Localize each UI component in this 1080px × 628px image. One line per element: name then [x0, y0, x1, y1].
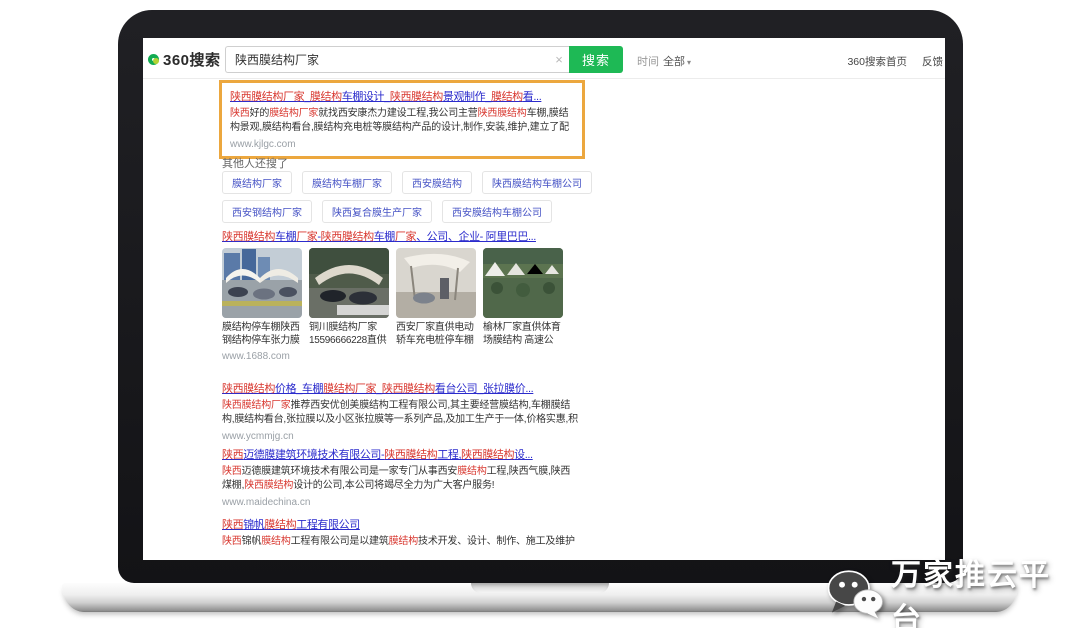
related-tags-row-1: 膜结构厂家 膜结构车棚厂家 西安膜结构 陕西膜结构车棚公司 — [222, 171, 592, 194]
search-input[interactable] — [226, 53, 549, 67]
thumbnail-column: 铜川膜结构厂家 15596666228直供充 — [309, 248, 389, 347]
carport-trees-image-icon — [309, 248, 389, 318]
search-button[interactable]: 搜索 — [569, 46, 623, 73]
search-box: × — [225, 46, 569, 73]
thumbnail-caption: 西安厂家直供电动轿车充电桩停车棚户外 — [396, 321, 476, 347]
related-tag[interactable]: 膜结构车棚厂家 — [302, 171, 392, 194]
watermark-text: 万家推云平台 — [891, 550, 1080, 628]
result-1-description: 陕西好的膜结构厂家就找西安康杰力建设工程,我公司主营陕西膜结构车棚,膜结构景观,… — [230, 107, 574, 135]
thumbnail-caption: 铜川膜结构厂家 15596666228直供充 — [309, 321, 389, 347]
result-1-title[interactable]: 陕西膜结构厂家_膜结构车棚设计_陕西膜结构景观制作_膜结构看... — [230, 88, 574, 104]
time-filter-value: 全部 — [663, 56, 685, 68]
tents-field-image-icon — [483, 248, 563, 318]
laptop-screen-bezel: 360搜索 × 搜索 时间全部▾ 360搜索首页 反馈 陕西膜结构厂家_膜结构车… — [118, 10, 963, 583]
result-5-title[interactable]: 陕西锦帆膜结构工程有限公司 — [222, 516, 582, 532]
time-filter-dropdown[interactable]: 时间全部▾ — [637, 53, 691, 69]
related-tag[interactable]: 陕西复合膜生产厂家 — [322, 200, 432, 223]
laptop-base-notch — [471, 583, 609, 593]
clear-search-icon[interactable]: × — [549, 52, 569, 67]
360-logo-icon — [148, 54, 159, 65]
browser-viewport: 360搜索 × 搜索 时间全部▾ 360搜索首页 反馈 陕西膜结构厂家_膜结构车… — [143, 38, 945, 560]
result-1-url: www.kjlgc.com — [230, 139, 574, 150]
related-tag[interactable]: 陕西膜结构车棚公司 — [482, 171, 592, 194]
result-image-thumbnail[interactable] — [483, 248, 563, 318]
charging-carport-image-icon — [396, 248, 476, 318]
related-tag[interactable]: 膜结构厂家 — [222, 171, 292, 194]
result-4-description: 陕西迈德膜建筑环境技术有限公司是一家专门从事西安膜结构工程,陕西气膜,陕西煤棚,… — [222, 465, 578, 493]
thumbnail-caption: 榆林厂家直供体育场膜结构 高速公路服务 — [483, 321, 563, 347]
related-tags-row-2: 西安钢结构厂家 陕西复合膜生产厂家 西安膜结构车棚公司 — [222, 200, 552, 223]
thumbnail-column: 膜结构停车棚陕西钢结构停车张力膜厂区 — [222, 248, 302, 347]
result-3: 陕西膜结构价格_车棚膜结构厂家_陕西膜结构看台公司_张拉膜价... 陕西膜结构厂… — [222, 380, 578, 442]
result-5: 陕西锦帆膜结构工程有限公司 陕西锦帆膜结构工程有限公司是以建筑膜结构技术开发、设… — [222, 516, 582, 549]
related-searches-heading: 其他人还搜了 — [222, 155, 288, 171]
related-tag[interactable]: 西安膜结构 — [402, 171, 472, 194]
link-360-home[interactable]: 360搜索首页 — [847, 54, 907, 69]
thumbnail-caption: 膜结构停车棚陕西钢结构停车张力膜厂区 — [222, 321, 302, 347]
360-logo-text: 360搜索 — [163, 49, 221, 70]
result-image-thumbnail[interactable] — [396, 248, 476, 318]
result-4: 陕西迈德膜建筑环境技术有限公司-陕西膜结构工程,陕西膜结构设... 陕西迈德膜建… — [222, 446, 578, 508]
result-1-highlight-box: 陕西膜结构厂家_膜结构车棚设计_陕西膜结构景观制作_膜结构看... 陕西好的膜结… — [219, 80, 585, 159]
carport-city-image-icon — [222, 248, 302, 318]
result-image-thumbnail[interactable] — [222, 248, 302, 318]
result-2-thumbnails: 膜结构停车棚陕西钢结构停车张力膜厂区 — [222, 248, 712, 347]
result-2: 陕西膜结构车棚厂家-陕西膜结构车棚厂家、公司、企业- 阿里巴巴... — [222, 228, 712, 362]
result-image-thumbnail[interactable] — [309, 248, 389, 318]
watermark: 万家推云平台 — [826, 550, 1080, 628]
wechat-icon — [826, 567, 885, 621]
time-filter-label: 时间 — [637, 56, 659, 68]
result-4-url: www.maidechina.cn — [222, 497, 578, 508]
result-2-url: www.1688.com — [222, 351, 712, 362]
link-feedback[interactable]: 反馈 — [922, 54, 943, 69]
result-3-title[interactable]: 陕西膜结构价格_车棚膜结构厂家_陕西膜结构看台公司_张拉膜价... — [222, 380, 578, 396]
page: 360搜索 × 搜索 时间全部▾ 360搜索首页 反馈 陕西膜结构厂家_膜结构车… — [0, 0, 1080, 628]
result-3-url: www.ycmmjg.cn — [222, 431, 578, 442]
result-5-description: 陕西锦帆膜结构工程有限公司是以建筑膜结构技术开发、设计、制作、施工及维护的高新技… — [222, 535, 582, 549]
search-header: 360搜索 × 搜索 时间全部▾ 360搜索首页 反馈 — [143, 38, 945, 79]
header-links: 360搜索首页 反馈 — [847, 54, 943, 69]
thumbnail-column: 西安厂家直供电动轿车充电桩停车棚户外 — [396, 248, 476, 347]
thumbnail-column: 榆林厂家直供体育场膜结构 高速公路服务 — [483, 248, 563, 347]
360-search-logo[interactable]: 360搜索 — [148, 49, 221, 70]
related-tag[interactable]: 西安膜结构车棚公司 — [442, 200, 552, 223]
result-4-title[interactable]: 陕西迈德膜建筑环境技术有限公司-陕西膜结构工程,陕西膜结构设... — [222, 446, 578, 462]
result-3-description: 陕西膜结构厂家推荐西安优创美膜结构工程有限公司,其主要经营膜结构,车棚膜结构,膜… — [222, 399, 578, 427]
related-tag[interactable]: 西安钢结构厂家 — [222, 200, 312, 223]
result-2-title[interactable]: 陕西膜结构车棚厂家-陕西膜结构车棚厂家、公司、企业- 阿里巴巴... — [222, 228, 712, 244]
chevron-down-icon: ▾ — [687, 58, 691, 67]
